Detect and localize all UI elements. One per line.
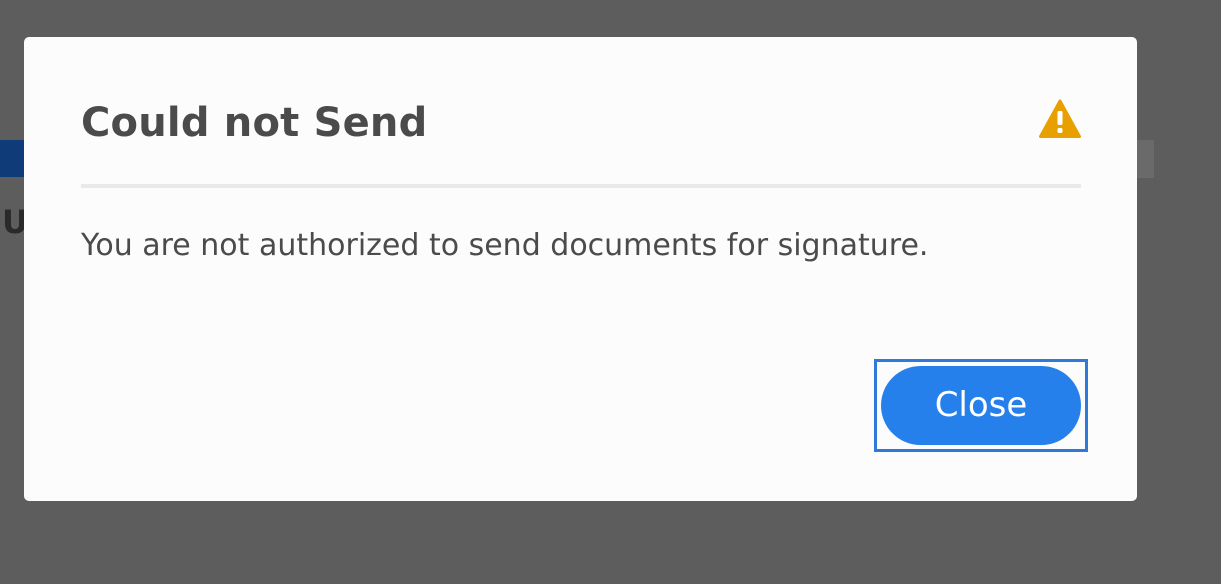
background-header-bar-end xyxy=(1136,140,1154,178)
background-header-bar xyxy=(0,140,26,177)
dialog-title: Could not Send xyxy=(81,100,428,146)
modal-overlay: U Could not Send You are not authorized … xyxy=(0,0,1221,584)
dialog-message: You are not authorized to send documents… xyxy=(81,228,929,263)
title-divider xyxy=(81,184,1081,188)
warning-icon xyxy=(1039,99,1081,138)
close-button[interactable]: Close xyxy=(881,366,1081,445)
error-dialog: Could not Send You are not authorized to… xyxy=(24,37,1137,501)
